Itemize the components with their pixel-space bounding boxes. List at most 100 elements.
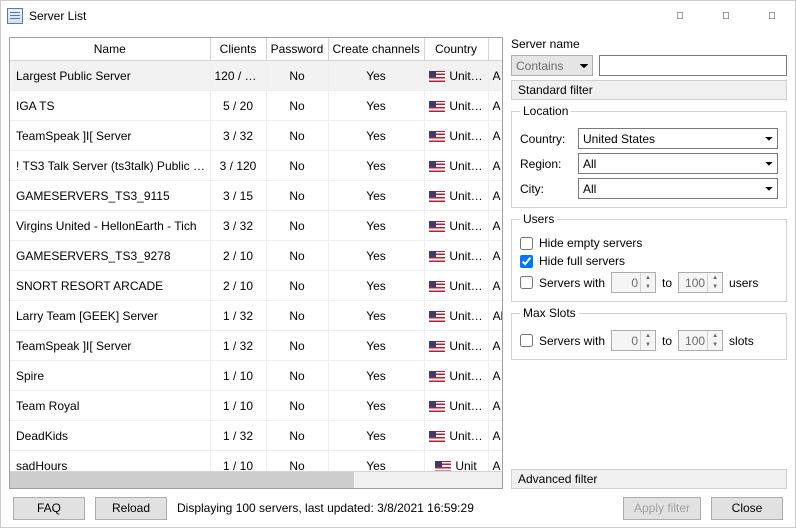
maximize-button[interactable]:  [703,1,749,31]
flag-icon [429,431,445,442]
flag-icon [429,401,445,412]
cell-password: No [266,121,328,151]
table-row[interactable]: GAMESERVERS_TS3_92782 / 10NoYesUnit…Ar [10,241,502,271]
flag-icon [429,371,445,382]
cell-country: Unit… [424,181,488,211]
cell-create: Yes [328,361,424,391]
cell-clients: 3 / 120 [210,151,266,181]
cell-extra: Al [488,301,502,331]
cell-create: Yes [328,391,424,421]
cell-country: Unit… [424,241,488,271]
cell-country: Unit… [424,421,488,451]
standard-filter-header[interactable]: Standard filter [511,80,787,100]
table-row[interactable]: GAMESERVERS_TS3_91153 / 15NoYesUnit…Ar [10,181,502,211]
flag-icon [429,101,445,112]
cell-password: No [266,241,328,271]
cell-create: Yes [328,211,424,241]
cell-name: ! TS3 Talk Server (ts3talk) Public ! b… [10,151,210,181]
window-buttons:    [657,1,795,31]
cell-name: GAMESERVERS_TS3_9115 [10,181,210,211]
apply-filter-button[interactable]: Apply filter [623,497,701,520]
flag-icon [429,131,445,142]
scrollbar-thumb[interactable] [10,472,354,488]
slots-max-spin[interactable]: ▲▼ [678,330,723,351]
col-name[interactable]: Name [10,38,210,61]
filter-panel: Server name Contains Standard filter Loc… [511,37,787,489]
country-select[interactable]: United States [578,128,778,149]
users-range-checkbox[interactable] [520,276,533,289]
cell-password: No [266,151,328,181]
cell-extra: Ar [488,451,502,472]
cell-create: Yes [328,91,424,121]
cell-create: Yes [328,121,424,151]
cell-country: Unit… [424,391,488,421]
flag-icon [429,71,445,82]
close-button[interactable]:  [749,1,795,31]
to-label-users: to [662,276,672,290]
cell-extra: Ar [488,91,502,121]
cell-name: sadHours [10,451,210,472]
col-extra[interactable] [488,38,502,61]
cell-extra: Ar [488,271,502,301]
table-row[interactable]: Virgins United - HellonEarth - Tich3 / 3… [10,211,502,241]
status-text: Displaying 100 servers, last updated: 3/… [177,501,474,515]
table-row[interactable]: Spire1 / 10NoYesUnit…Ar [10,361,502,391]
hide-full-checkbox[interactable] [520,255,533,268]
cell-country: Unit… [424,61,488,91]
slots-min-spin[interactable]: ▲▼ [611,330,656,351]
table-row[interactable]: ! TS3 Talk Server (ts3talk) Public ! b…3… [10,151,502,181]
flag-icon [429,251,445,262]
col-password[interactable]: Password [266,38,328,61]
table-row[interactable]: TeamSpeak ]I[ Server1 / 32NoYesUnit…Ar [10,331,502,361]
hide-empty-checkbox[interactable] [520,237,533,250]
slots-unit: slots [729,334,754,348]
server-name-input[interactable] [599,55,787,76]
cell-password: No [266,451,328,472]
cell-clients: 1 / 10 [210,451,266,472]
region-select[interactable]: All [578,153,778,174]
cell-password: No [266,181,328,211]
col-clients[interactable]: Clients [210,38,266,61]
server-grid: Name Clients Password Create channels Co… [9,37,503,489]
to-label-slots: to [662,334,672,348]
table-row[interactable]: sadHours1 / 10NoYesUnitAr [10,451,502,472]
table-row[interactable]: IGA TS5 / 20NoYesUnit…Ar [10,91,502,121]
col-create-channels[interactable]: Create channels [328,38,424,61]
cell-country: Unit [424,451,488,472]
cell-country: Unit… [424,211,488,241]
advanced-filter-header[interactable]: Advanced filter [511,469,787,489]
cell-extra: Ar [488,391,502,421]
location-group: Location Country: United States Region: … [511,104,787,208]
app-icon [7,8,23,24]
slots-range-label: Servers with [539,334,605,348]
faq-button[interactable]: FAQ [13,497,85,520]
col-country[interactable]: Country [424,38,488,61]
reload-button[interactable]: Reload [95,497,167,520]
cell-extra: Ar [488,331,502,361]
cell-create: Yes [328,271,424,301]
cell-extra: Ar [488,241,502,271]
server-name-mode[interactable]: Contains [511,55,593,76]
horizontal-scrollbar[interactable] [10,471,502,488]
flag-icon [429,281,445,292]
slots-range-checkbox[interactable] [520,334,533,347]
cell-password: No [266,301,328,331]
minimize-button[interactable]:  [657,1,703,31]
cell-password: No [266,361,328,391]
table-row[interactable]: Team Royal1 / 10NoYesUnit…Ar [10,391,502,421]
users-min-spin[interactable]: ▲▼ [611,272,656,293]
cell-password: No [266,61,328,91]
city-select[interactable]: All [578,178,778,199]
table-row[interactable]: SNORT RESORT ARCADE2 / 10NoYesUnit…Ar [10,271,502,301]
table-row[interactable]: Largest Public Server120 / 512NoYesUnit…… [10,61,502,91]
cell-password: No [266,211,328,241]
table-row[interactable]: TeamSpeak ]I[ Server3 / 32NoYesUnit…Ar [10,121,502,151]
cell-create: Yes [328,331,424,361]
table-row[interactable]: DeadKids1 / 32NoYesUnit…Ar [10,421,502,451]
flag-icon [435,461,451,471]
users-max-spin[interactable]: ▲▼ [678,272,723,293]
flag-icon [429,221,445,232]
cell-extra: Ar [488,61,502,91]
close-dialog-button[interactable]: Close [711,497,783,520]
table-row[interactable]: Larry Team [GEEK] Server1 / 32NoYesUnit…… [10,301,502,331]
